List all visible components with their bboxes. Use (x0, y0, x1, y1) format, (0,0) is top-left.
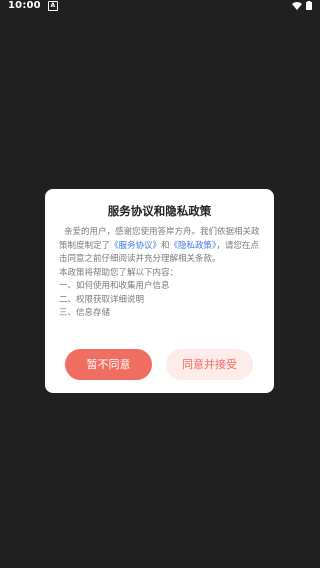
battery-icon (306, 1, 312, 10)
status-right (292, 1, 312, 10)
wifi-icon (292, 1, 302, 10)
help-line: 本政策将帮助您了解以下内容： (59, 267, 179, 278)
notification-a-icon: A (47, 0, 58, 11)
privacy-dialog: 服务协议和隐私政策 亲爱的用户，感谢您使用答岸方舟。我们依据相关政策制度制定了《… (45, 189, 274, 393)
list-item: 三、信息存储 (59, 308, 111, 318)
dialog-title: 服务协议和隐私政策 (107, 204, 212, 218)
status-time: 10:00 (8, 0, 41, 11)
service-agreement-link[interactable]: 《服务协议》 (110, 241, 161, 251)
status-left: 10:00 A (8, 0, 58, 11)
status-bar: 10:00 A (0, 0, 320, 11)
and-text: 和 (161, 240, 170, 251)
intro-paragraph: 亲爱的用户，感谢您使用答岸方舟。我们依据相关政策制度制定了《服务协议》和《隐私政… (59, 226, 260, 267)
decline-button[interactable]: 暂不同意 (65, 349, 152, 380)
accept-button[interactable]: 同意并接受 (166, 349, 253, 380)
list-item: 二、权限获取详细说明 (59, 294, 145, 305)
privacy-policy-link[interactable]: 《隐私政策》 (170, 241, 217, 251)
list-item: 一、如何使用和收集用户信息 (59, 281, 170, 291)
app-screen: 10:00 A 服务协议和隐私政策 亲爱的用户，感谢您使用答岸方舟。我们依据相关… (0, 0, 320, 568)
dialog-body: 亲爱的用户，感谢您使用答岸方舟。我们依据相关政策制度制定了《服务协议》和《隐私政… (59, 226, 260, 321)
